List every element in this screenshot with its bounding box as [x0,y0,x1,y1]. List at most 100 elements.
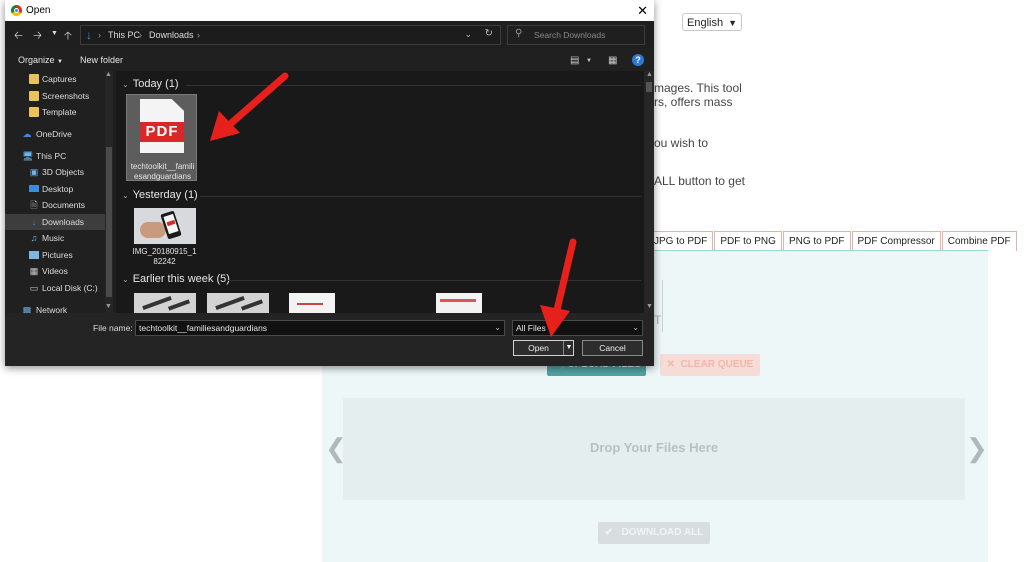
nav-item-label: Videos [42,266,68,276]
chevron-down-icon[interactable]: ▼ [563,341,574,355]
tab-combine-pdf[interactable]: Combine PDF [941,231,1017,251]
folder-icon [29,107,39,117]
group-yesterday[interactable]: ⌄ Yesterday (1) [122,189,198,201]
navigation-pane: Captures Screenshots Template ☁ OneDrive … [5,71,113,315]
address-bar[interactable]: ↓ › This PC › Downloads › ⌄ ↻ [80,25,501,45]
nav-item-videos[interactable]: ▦ Videos [5,263,105,279]
tab-pdf-to-png[interactable]: PDF to PNG [714,231,782,251]
group-divider [186,85,641,86]
download-icon: ↓ [31,217,37,227]
chevron-down-icon[interactable]: ▼ [586,58,592,64]
nav-item-screenshots[interactable]: Screenshots [5,88,105,104]
back-icon[interactable]: 🡠 [14,27,23,46]
tab-jpg-to-pdf[interactable]: JPG to PDF [648,231,714,251]
organize-label: Organize [18,55,55,65]
group-label: Today (1) [132,78,179,90]
file-scrollbar[interactable]: ▲ ▼ [644,71,654,313]
search-icon: ⚲ [515,28,523,39]
help-icon[interactable]: ? [632,54,644,66]
folder-icon [29,74,39,84]
nav-item-onedrive[interactable]: ☁ OneDrive [5,126,105,142]
nav-item-captures[interactable]: Captures [5,71,105,87]
nav-item-pictures[interactable]: Pictures [5,247,105,263]
chevron-down-icon[interactable]: ⌄ [494,321,501,335]
command-bar: Organize ▼ New folder ▤ ▼ ▦ [5,51,654,71]
nav-item-this-pc[interactable]: 🖥 This PC [5,148,105,164]
nav-item-3d-objects[interactable]: ▣ 3D Objects [5,164,105,180]
open-button[interactable]: Open ▼ [513,340,574,356]
clear-queue-button[interactable]: ✕ CLEAR QUEUE [660,354,760,376]
nav-item-label: Screenshots [42,91,90,101]
scrollbar-thumb[interactable] [646,82,652,92]
intro-text-4: ALL button to get [654,174,745,188]
file-type-value: All Files [516,323,546,333]
open-file-dialog: Open ✕ 🡠 🡢 ▼ 🡡 ↓ › This PC › Downloads ›… [5,0,654,366]
nav-item-label: 3D Objects [42,167,85,177]
intro-text-1: mages. This tool [654,81,742,95]
nav-item-label: Downloads [42,217,85,227]
drive-icon: ▭ [29,283,39,293]
file-thumbnail[interactable] [436,293,482,313]
nav-item-desktop[interactable]: Desktop [5,181,105,197]
group-divider [228,280,641,281]
intro-text-3: ou wish to [654,136,709,150]
breadcrumb-downloads[interactable]: Downloads [149,30,194,40]
cloud-icon: ☁ [22,129,32,139]
dialog-titlebar: Open ✕ [5,0,654,21]
nav-item-documents[interactable]: 🗎 Documents [5,197,105,213]
address-row: 🡠 🡢 ▼ 🡡 ↓ › This PC › Downloads › ⌄ ↻ ⚲ … [5,21,654,49]
organize-menu[interactable]: Organize ▼ [18,55,63,65]
nav-item-template[interactable]: Template [5,104,105,120]
file-name-value: techtoolkit__familiesandguardians [139,323,268,333]
file-item-pdf[interactable]: PDF techtoolkit__familiesandguardians [126,94,197,181]
forward-icon[interactable]: 🡢 [33,27,42,46]
file-thumbnail[interactable] [289,293,335,313]
new-folder-button[interactable]: New folder [80,55,123,65]
nav-item-label: Template [42,107,77,117]
open-label: Open [528,343,549,353]
breadcrumb-separator-icon: › [197,30,200,40]
scroll-up-icon[interactable]: ▲ [646,71,653,78]
navigation-scrollbar[interactable]: ▲ ▼ [105,71,113,313]
file-thumbnail[interactable] [207,293,269,313]
file-type-select[interactable]: All Files ⌄ [512,320,643,336]
search-placeholder: Search Downloads [534,30,606,40]
carousel-prev-icon[interactable]: ❮ [325,433,347,464]
intro-text-2: rs, offers mass [654,95,733,109]
file-name-input[interactable]: techtoolkit__familiesandguardians ⌄ [135,320,505,336]
tab-png-to-pdf[interactable]: PNG to PDF [782,231,851,251]
file-thumbnail[interactable] [134,293,196,313]
nav-item-local-disk[interactable]: ▭ Local Disk (C:) [5,280,105,296]
language-select[interactable]: English ▼ [682,13,742,31]
scroll-down-icon[interactable]: ▼ [105,303,112,310]
chevron-down-icon[interactable]: ⌄ [464,29,472,40]
up-icon[interactable]: 🡡 [64,27,72,46]
cancel-button[interactable]: Cancel [582,340,643,356]
scroll-up-icon[interactable]: ▲ [105,71,112,78]
faint-char: T [654,313,662,327]
chevron-down-icon: ⌄ [122,80,129,89]
group-today[interactable]: ⌄ Today (1) [122,78,179,90]
group-earlier-this-week[interactable]: ⌄ Earlier this week (5) [122,273,230,285]
carousel-next-icon[interactable]: ❯ [966,433,988,464]
image-thumbnail [134,208,196,244]
tab-pdf-compressor[interactable]: PDF Compressor [851,231,941,251]
scroll-down-icon[interactable]: ▼ [646,303,653,310]
nav-item-downloads[interactable]: ↓ Downloads [5,214,105,230]
download-icon: ↓ [86,28,92,42]
scrollbar-thumb[interactable] [106,147,112,297]
close-icon[interactable]: ✕ [637,0,648,21]
pdf-badge: PDF [140,122,184,142]
chevron-down-icon: ▼ [57,59,63,65]
chevron-down-icon: ⌄ [122,191,129,200]
nav-item-label: Music [42,233,65,243]
refresh-icon[interactable]: ↻ [485,28,493,39]
download-all-button[interactable]: ✔ DOWNLOAD ALL [598,522,710,544]
view-options-icon[interactable]: ▤ [570,55,579,66]
nav-item-music[interactable]: ♫ Music [5,230,105,246]
preview-pane-icon[interactable]: ▦ [608,55,617,66]
recent-locations-icon[interactable]: ▼ [51,30,58,37]
search-input[interactable]: ⚲ Search Downloads [507,25,645,45]
chevron-down-icon: ⌄ [632,323,639,332]
breadcrumb-this-pc[interactable]: This PC [108,30,140,40]
